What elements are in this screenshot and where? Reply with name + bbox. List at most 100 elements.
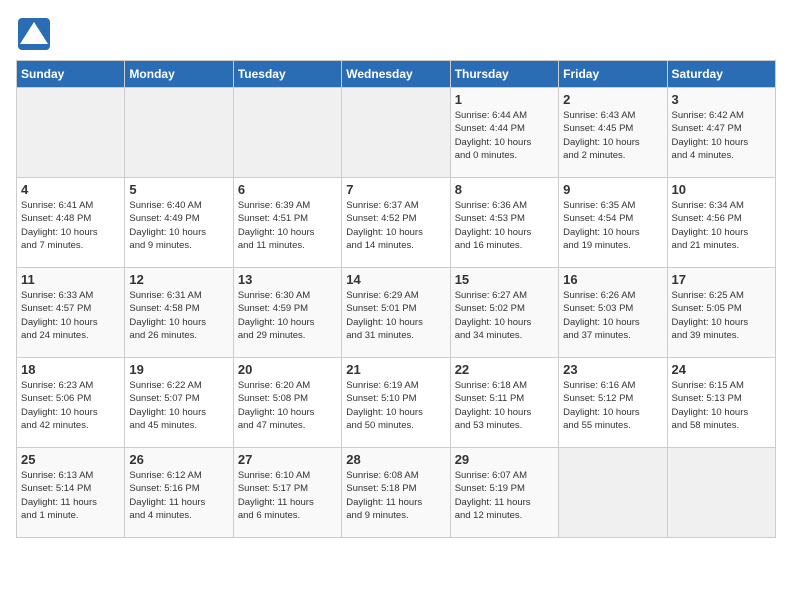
day-number: 10: [672, 182, 771, 197]
day-cell: 1 Sunrise: 6:44 AM Sunset: 4:44 PM Daylig…: [450, 88, 558, 178]
day-info: Sunrise: 6:12 AM Sunset: 5:16 PM Dayligh…: [129, 469, 228, 522]
day-info: Sunrise: 6:43 AM Sunset: 4:45 PM Dayligh…: [563, 109, 662, 162]
page-header: [16, 16, 776, 52]
day-cell: 21 Sunrise: 6:19 AM Sunset: 5:10 PM Dayli…: [342, 358, 450, 448]
day-cell: 10 Sunrise: 6:34 AM Sunset: 4:56 PM Dayli…: [667, 178, 775, 268]
day-cell: 24 Sunrise: 6:15 AM Sunset: 5:13 PM Dayli…: [667, 358, 775, 448]
day-info: Sunrise: 6:29 AM Sunset: 5:01 PM Dayligh…: [346, 289, 445, 342]
day-number: 1: [455, 92, 554, 107]
day-number: 14: [346, 272, 445, 287]
day-number: 4: [21, 182, 120, 197]
day-header-thursday: Thursday: [450, 61, 558, 88]
day-cell: 6 Sunrise: 6:39 AM Sunset: 4:51 PM Daylig…: [233, 178, 341, 268]
day-info: Sunrise: 6:07 AM Sunset: 5:19 PM Dayligh…: [455, 469, 554, 522]
day-number: 19: [129, 362, 228, 377]
day-info: Sunrise: 6:16 AM Sunset: 5:12 PM Dayligh…: [563, 379, 662, 432]
day-header-friday: Friday: [559, 61, 667, 88]
day-header-sunday: Sunday: [17, 61, 125, 88]
day-info: Sunrise: 6:36 AM Sunset: 4:53 PM Dayligh…: [455, 199, 554, 252]
day-number: 28: [346, 452, 445, 467]
day-info: Sunrise: 6:10 AM Sunset: 5:17 PM Dayligh…: [238, 469, 337, 522]
day-number: 9: [563, 182, 662, 197]
day-cell: 18 Sunrise: 6:23 AM Sunset: 5:06 PM Dayli…: [17, 358, 125, 448]
day-info: Sunrise: 6:40 AM Sunset: 4:49 PM Dayligh…: [129, 199, 228, 252]
day-info: Sunrise: 6:22 AM Sunset: 5:07 PM Dayligh…: [129, 379, 228, 432]
day-cell: 20 Sunrise: 6:20 AM Sunset: 5:08 PM Dayli…: [233, 358, 341, 448]
day-info: Sunrise: 6:19 AM Sunset: 5:10 PM Dayligh…: [346, 379, 445, 432]
day-number: 27: [238, 452, 337, 467]
day-cell: 12Sunrise: 6:31 AM Sunset: 4:58 PM Dayli…: [125, 268, 233, 358]
day-number: 18: [21, 362, 120, 377]
day-number: 25: [21, 452, 120, 467]
logo-icon: [16, 16, 52, 52]
logo: [16, 16, 56, 52]
day-info: Sunrise: 6:20 AM Sunset: 5:08 PM Dayligh…: [238, 379, 337, 432]
day-info: Sunrise: 6:33 AM Sunset: 4:57 PM Dayligh…: [21, 289, 120, 342]
week-row-3: 18 Sunrise: 6:23 AM Sunset: 5:06 PM Dayli…: [17, 358, 776, 448]
day-number: 6: [238, 182, 337, 197]
day-number: 5: [129, 182, 228, 197]
day-info: Sunrise: 6:35 AM Sunset: 4:54 PM Dayligh…: [563, 199, 662, 252]
day-cell: 14 Sunrise: 6:29 AM Sunset: 5:01 PM Dayli…: [342, 268, 450, 358]
day-info: Sunrise: 6:41 AM Sunset: 4:48 PM Dayligh…: [21, 199, 120, 252]
day-cell: 25 Sunrise: 6:13 AM Sunset: 5:14 PM Dayli…: [17, 448, 125, 538]
week-row-2: 11 Sunrise: 6:33 AM Sunset: 4:57 PM Dayli…: [17, 268, 776, 358]
day-number: 20: [238, 362, 337, 377]
day-cell: 27 Sunrise: 6:10 AM Sunset: 5:17 PM Dayli…: [233, 448, 341, 538]
day-info: Sunrise: 6:26 AM Sunset: 5:03 PM Dayligh…: [563, 289, 662, 342]
day-cell: [233, 88, 341, 178]
day-cell: [667, 448, 775, 538]
day-number: 24: [672, 362, 771, 377]
day-cell: 7Sunrise: 6:37 AM Sunset: 4:52 PM Daylig…: [342, 178, 450, 268]
calendar-body: 1 Sunrise: 6:44 AM Sunset: 4:44 PM Daylig…: [17, 88, 776, 538]
day-cell: 9 Sunrise: 6:35 AM Sunset: 4:54 PM Daylig…: [559, 178, 667, 268]
day-cell: 23 Sunrise: 6:16 AM Sunset: 5:12 PM Dayli…: [559, 358, 667, 448]
week-row-4: 25 Sunrise: 6:13 AM Sunset: 5:14 PM Dayli…: [17, 448, 776, 538]
day-cell: 15Sunrise: 6:27 AM Sunset: 5:02 PM Dayli…: [450, 268, 558, 358]
day-cell: 2 Sunrise: 6:43 AM Sunset: 4:45 PM Daylig…: [559, 88, 667, 178]
calendar-header-row: SundayMondayTuesdayWednesdayThursdayFrid…: [17, 61, 776, 88]
day-cell: 22 Sunrise: 6:18 AM Sunset: 5:11 PM Dayli…: [450, 358, 558, 448]
day-header-monday: Monday: [125, 61, 233, 88]
day-cell: 4 Sunrise: 6:41 AM Sunset: 4:48 PM Daylig…: [17, 178, 125, 268]
day-number: 21: [346, 362, 445, 377]
day-cell: 17Sunrise: 6:25 AM Sunset: 5:05 PM Dayli…: [667, 268, 775, 358]
day-number: 3: [672, 92, 771, 107]
day-number: 2: [563, 92, 662, 107]
day-number: 13: [238, 272, 337, 287]
day-cell: 29 Sunrise: 6:07 AM Sunset: 5:19 PM Dayli…: [450, 448, 558, 538]
day-info: Sunrise: 6:23 AM Sunset: 5:06 PM Dayligh…: [21, 379, 120, 432]
day-cell: 28Sunrise: 6:08 AM Sunset: 5:18 PM Dayli…: [342, 448, 450, 538]
day-info: Sunrise: 6:30 AM Sunset: 4:59 PM Dayligh…: [238, 289, 337, 342]
week-row-0: 1 Sunrise: 6:44 AM Sunset: 4:44 PM Daylig…: [17, 88, 776, 178]
day-number: 29: [455, 452, 554, 467]
day-cell: 13 Sunrise: 6:30 AM Sunset: 4:59 PM Dayli…: [233, 268, 341, 358]
day-number: 26: [129, 452, 228, 467]
day-info: Sunrise: 6:15 AM Sunset: 5:13 PM Dayligh…: [672, 379, 771, 432]
day-info: Sunrise: 6:34 AM Sunset: 4:56 PM Dayligh…: [672, 199, 771, 252]
day-info: Sunrise: 6:42 AM Sunset: 4:47 PM Dayligh…: [672, 109, 771, 162]
day-number: 11: [21, 272, 120, 287]
day-cell: [559, 448, 667, 538]
day-info: Sunrise: 6:31 AM Sunset: 4:58 PM Dayligh…: [129, 289, 228, 342]
day-cell: 11 Sunrise: 6:33 AM Sunset: 4:57 PM Dayli…: [17, 268, 125, 358]
day-info: Sunrise: 6:37 AM Sunset: 4:52 PM Dayligh…: [346, 199, 445, 252]
day-number: 16: [563, 272, 662, 287]
day-cell: [342, 88, 450, 178]
day-number: 17: [672, 272, 771, 287]
day-cell: [17, 88, 125, 178]
day-info: Sunrise: 6:18 AM Sunset: 5:11 PM Dayligh…: [455, 379, 554, 432]
week-row-1: 4 Sunrise: 6:41 AM Sunset: 4:48 PM Daylig…: [17, 178, 776, 268]
day-header-saturday: Saturday: [667, 61, 775, 88]
day-number: 22: [455, 362, 554, 377]
day-number: 23: [563, 362, 662, 377]
day-info: Sunrise: 6:39 AM Sunset: 4:51 PM Dayligh…: [238, 199, 337, 252]
day-header-wednesday: Wednesday: [342, 61, 450, 88]
day-info: Sunrise: 6:44 AM Sunset: 4:44 PM Dayligh…: [455, 109, 554, 162]
calendar-table: SundayMondayTuesdayWednesdayThursdayFrid…: [16, 60, 776, 538]
day-cell: 5 Sunrise: 6:40 AM Sunset: 4:49 PM Daylig…: [125, 178, 233, 268]
day-cell: 26 Sunrise: 6:12 AM Sunset: 5:16 PM Dayli…: [125, 448, 233, 538]
day-info: Sunrise: 6:27 AM Sunset: 5:02 PM Dayligh…: [455, 289, 554, 342]
day-header-tuesday: Tuesday: [233, 61, 341, 88]
day-info: Sunrise: 6:13 AM Sunset: 5:14 PM Dayligh…: [21, 469, 120, 522]
